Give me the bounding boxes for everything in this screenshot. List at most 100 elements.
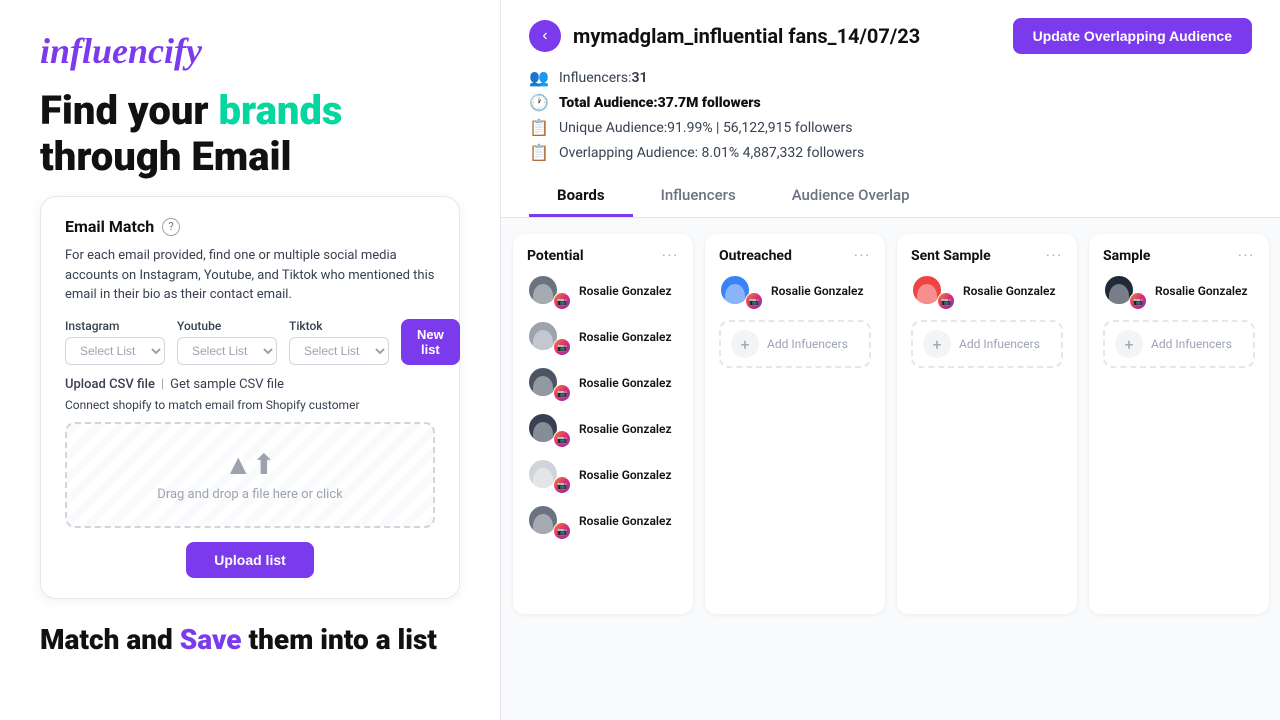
- email-match-desc: For each email provided, find one or mul…: [65, 246, 435, 305]
- add-influencer-outreached[interactable]: + Add Infuencers: [719, 320, 871, 368]
- influencers-icon: 👥: [529, 68, 549, 87]
- instagram-badge: 📷: [553, 384, 571, 402]
- youtube-select[interactable]: Select List: [177, 337, 277, 365]
- avatar: 📷: [527, 412, 571, 448]
- tab-boards[interactable]: Boards: [529, 176, 633, 217]
- list-item[interactable]: 📷 Rosalie Gonzalez: [527, 458, 679, 494]
- avatar: 📷: [719, 274, 763, 310]
- list-item[interactable]: 📷 Rosalie Gonzalez: [527, 320, 679, 356]
- csv-divider: |: [161, 377, 164, 392]
- add-icon: +: [731, 330, 759, 358]
- instagram-badge: 📷: [1129, 292, 1147, 310]
- youtube-group: Youtube Select List: [177, 319, 277, 365]
- boards-content: Potential ··· 📷 Rosalie Gonzalez 📷 Rosal…: [501, 218, 1280, 720]
- hero-highlight: brands: [219, 87, 343, 134]
- list-item[interactable]: 📷 Rosalie Gonzalez: [527, 366, 679, 402]
- add-icon: +: [1115, 330, 1143, 358]
- bottom-tagline: Match and Save them into a list: [40, 623, 460, 656]
- influencer-name: Rosalie Gonzalez: [963, 284, 1056, 300]
- stat-overlap-text: Overlapping Audience: 8.01% 4,887,332 fo…: [559, 145, 864, 161]
- add-icon: +: [923, 330, 951, 358]
- board-sent-sample-header: Sent Sample ···: [911, 248, 1063, 264]
- top-row: ‹ mymadglam_influential fans_14/07/23 Up…: [529, 18, 1252, 54]
- influencer-name: Rosalie Gonzalez: [1155, 284, 1248, 300]
- help-icon[interactable]: ?: [162, 218, 180, 236]
- influencer-name: Rosalie Gonzalez: [771, 284, 864, 300]
- list-item[interactable]: 📷 Rosalie Gonzalez: [1103, 274, 1255, 310]
- avatar: 📷: [911, 274, 955, 310]
- board-sample-header: Sample ···: [1103, 248, 1255, 264]
- add-influencer-sample[interactable]: + Add Infuencers: [1103, 320, 1255, 368]
- instagram-badge: 📷: [553, 292, 571, 310]
- hero-line1: Find your: [40, 87, 219, 134]
- back-button[interactable]: ‹: [529, 20, 561, 52]
- tab-influencers[interactable]: Influencers: [633, 176, 764, 217]
- board-sample-menu[interactable]: ···: [1238, 248, 1255, 264]
- tabs-row: Boards Influencers Audience Overlap: [529, 176, 1252, 217]
- board-potential-name: Potential: [527, 248, 584, 264]
- instagram-badge: 📷: [553, 338, 571, 356]
- email-match-title: Email Match: [65, 217, 154, 236]
- update-overlapping-button[interactable]: Update Overlapping Audience: [1013, 18, 1252, 54]
- upload-list-button[interactable]: Upload list: [186, 542, 314, 578]
- instagram-select[interactable]: Select List: [65, 337, 165, 365]
- influencer-name: Rosalie Gonzalez: [579, 514, 672, 530]
- board-potential-header: Potential ···: [527, 248, 679, 264]
- board-sample-name: Sample: [1103, 248, 1150, 264]
- board-sent-sample-menu[interactable]: ···: [1046, 248, 1063, 264]
- add-influencer-label: Add Infuencers: [959, 337, 1040, 351]
- board-outreached-menu[interactable]: ···: [854, 248, 871, 264]
- board-potential: Potential ··· 📷 Rosalie Gonzalez 📷 Rosal…: [513, 234, 693, 614]
- avatar: 📷: [527, 366, 571, 402]
- tiktok-label: Tiktok: [289, 319, 389, 333]
- hero-line2-part: through Email: [40, 133, 291, 180]
- stat-total-audience: 🕐 Total Audience:37.7M followers: [529, 93, 1252, 112]
- hero-title: Find your brands through Email: [40, 88, 460, 180]
- instagram-badge: 📷: [745, 292, 763, 310]
- add-influencer-sent-sample[interactable]: + Add Infuencers: [911, 320, 1063, 368]
- tagline-suffix: them into a list: [242, 623, 437, 656]
- platform-row: Instagram Select List Youtube Select Lis…: [65, 319, 435, 365]
- list-item[interactable]: 📷 Rosalie Gonzalez: [719, 274, 871, 310]
- board-outreached-header: Outreached ···: [719, 248, 871, 264]
- list-item[interactable]: 📷 Rosalie Gonzalez: [527, 504, 679, 540]
- stats-row: 👥 Influencers:31 🕐 Total Audience:37.7M …: [529, 68, 1252, 162]
- csv-row: Upload CSV file | Get sample CSV file: [65, 377, 435, 392]
- avatar: 📷: [527, 274, 571, 310]
- board-sample: Sample ··· 📷 Rosalie Gonzalez + Add Infu…: [1089, 234, 1269, 614]
- copy-icon-2: 📋: [529, 143, 549, 162]
- tab-audience-overlap[interactable]: Audience Overlap: [764, 176, 938, 217]
- board-outreached-name: Outreached: [719, 248, 792, 264]
- app-logo: influencify: [40, 30, 460, 72]
- sample-csv-link[interactable]: Get sample CSV file: [170, 377, 284, 392]
- right-panel: ‹ mymadglam_influential fans_14/07/23 Up…: [500, 0, 1280, 720]
- clock-icon: 🕐: [529, 93, 549, 112]
- stat-unique-text: Unique Audience:91.99% | 56,122,915 foll…: [559, 120, 852, 136]
- youtube-label: Youtube: [177, 319, 277, 333]
- stat-influencers: 👥 Influencers:31: [529, 68, 1252, 87]
- influencer-name: Rosalie Gonzalez: [579, 376, 672, 392]
- instagram-group: Instagram Select List: [65, 319, 165, 365]
- email-match-card: Email Match ? For each email provided, f…: [40, 196, 460, 599]
- list-item[interactable]: 📷 Rosalie Gonzalez: [527, 412, 679, 448]
- tagline-highlight: Save: [180, 623, 242, 656]
- shopify-text: Connect shopify to match email from Shop…: [65, 398, 435, 412]
- avatar: 📷: [527, 458, 571, 494]
- page-title: mymadglam_influential fans_14/07/23: [573, 24, 920, 48]
- drop-zone[interactable]: ▲⬆ Drag and drop a file here or click: [65, 422, 435, 528]
- avatar: 📷: [1103, 274, 1147, 310]
- list-item[interactable]: 📷 Rosalie Gonzalez: [527, 274, 679, 310]
- right-header: ‹ mymadglam_influential fans_14/07/23 Up…: [501, 0, 1280, 218]
- stat-overlapping-audience: 📋 Overlapping Audience: 8.01% 4,887,332 …: [529, 143, 1252, 162]
- upload-csv-link[interactable]: Upload CSV file: [65, 377, 155, 392]
- back-title-group: ‹ mymadglam_influential fans_14/07/23: [529, 20, 920, 52]
- stat-influencers-text: Influencers:31: [559, 70, 648, 86]
- list-item[interactable]: 📷 Rosalie Gonzalez: [911, 274, 1063, 310]
- instagram-badge: 📷: [553, 522, 571, 540]
- copy-icon-1: 📋: [529, 118, 549, 137]
- board-potential-menu[interactable]: ···: [662, 248, 679, 264]
- instagram-label: Instagram: [65, 319, 165, 333]
- new-list-button[interactable]: New list: [401, 319, 460, 365]
- stat-unique-audience: 📋 Unique Audience:91.99% | 56,122,915 fo…: [529, 118, 1252, 137]
- tiktok-select[interactable]: Select List: [289, 337, 389, 365]
